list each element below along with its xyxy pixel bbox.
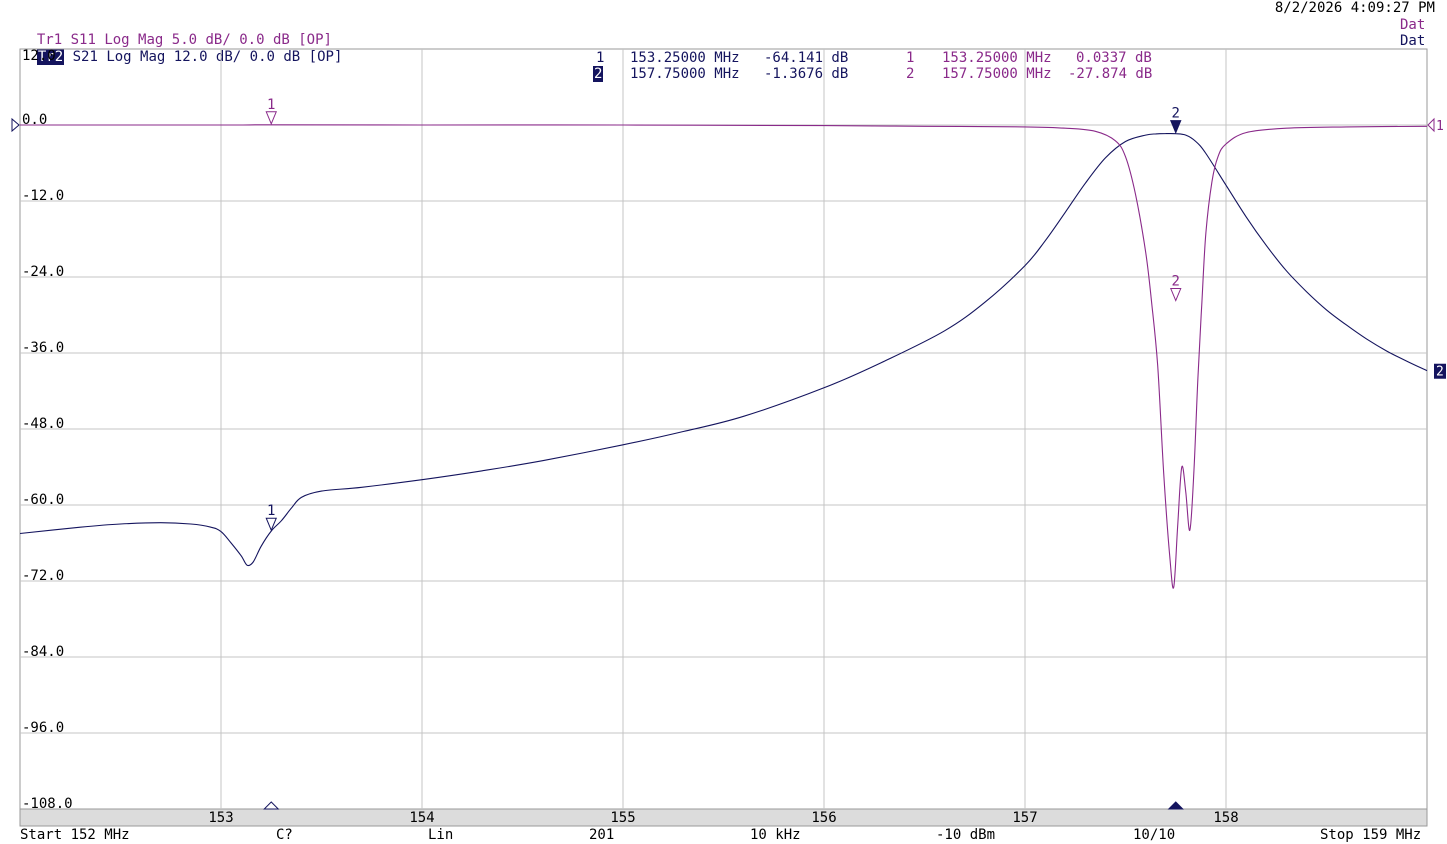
marker-axis-indicator: [263, 801, 280, 810]
footer-ifbw[interactable]: 10 kHz: [750, 827, 801, 843]
y-tick-label: 12.0: [22, 48, 56, 64]
footer-cal[interactable]: C?: [276, 827, 293, 843]
marker-axis-indicator: [1167, 801, 1184, 810]
chart[interactable]: 153 154 155 156 157 158 12.0 0.0 -12.0 -24.0 -36.0…: [0, 0, 1447, 844]
y-tick-label: -24.0: [22, 264, 64, 280]
marker-triangle-tr2-2: [1170, 120, 1182, 134]
series-line-tr2: [19, 132, 1428, 567]
footer-points[interactable]: 201: [589, 827, 614, 843]
y-tick-label: 0.0: [22, 112, 47, 128]
footer-start[interactable]: Start 152 MHz: [20, 827, 130, 843]
x-tick-label: 157: [1012, 810, 1037, 826]
ref-marker-label-tr1: 1: [1436, 119, 1444, 134]
marker-triangle-tr1-2: [1170, 288, 1182, 302]
marker-label: 1: [267, 97, 275, 113]
footer-power[interactable]: -10 dBm: [936, 827, 995, 843]
series-line-tr1: [19, 124, 1428, 589]
y-tick-label: -108.0: [22, 796, 73, 812]
footer-avg[interactable]: 10/10: [1133, 827, 1175, 843]
ref-level-marker-right-tr1: [1427, 117, 1435, 133]
y-tick-label: -96.0: [22, 720, 64, 736]
y-tick-label: -48.0: [22, 416, 64, 432]
marker-label: 1: [267, 503, 275, 519]
y-tick-label: -12.0: [22, 188, 64, 204]
y-tick-label: -60.0: [22, 492, 64, 508]
x-tick-label: 156: [811, 810, 836, 826]
x-tick-label: 155: [610, 810, 635, 826]
ref-marker-label-tr2: 2: [1436, 365, 1444, 380]
marker-triangle-tr2-1: [265, 517, 277, 532]
marker-label: 2: [1172, 106, 1180, 122]
footer-stop[interactable]: Stop 159 MHz: [1320, 827, 1421, 843]
x-tick-label: 154: [409, 810, 434, 826]
marker-triangle-tr1-1: [265, 111, 277, 126]
y-tick-label: -72.0: [22, 568, 64, 584]
marker-label: 2: [1172, 274, 1180, 290]
ref-level-marker-left: [11, 117, 20, 133]
y-tick-label: -84.0: [22, 644, 64, 660]
x-tick-label: 153: [208, 810, 233, 826]
x-tick-label: 158: [1213, 810, 1238, 826]
y-tick-label: -36.0: [22, 340, 64, 356]
footer-sweep[interactable]: Lin: [428, 827, 453, 843]
